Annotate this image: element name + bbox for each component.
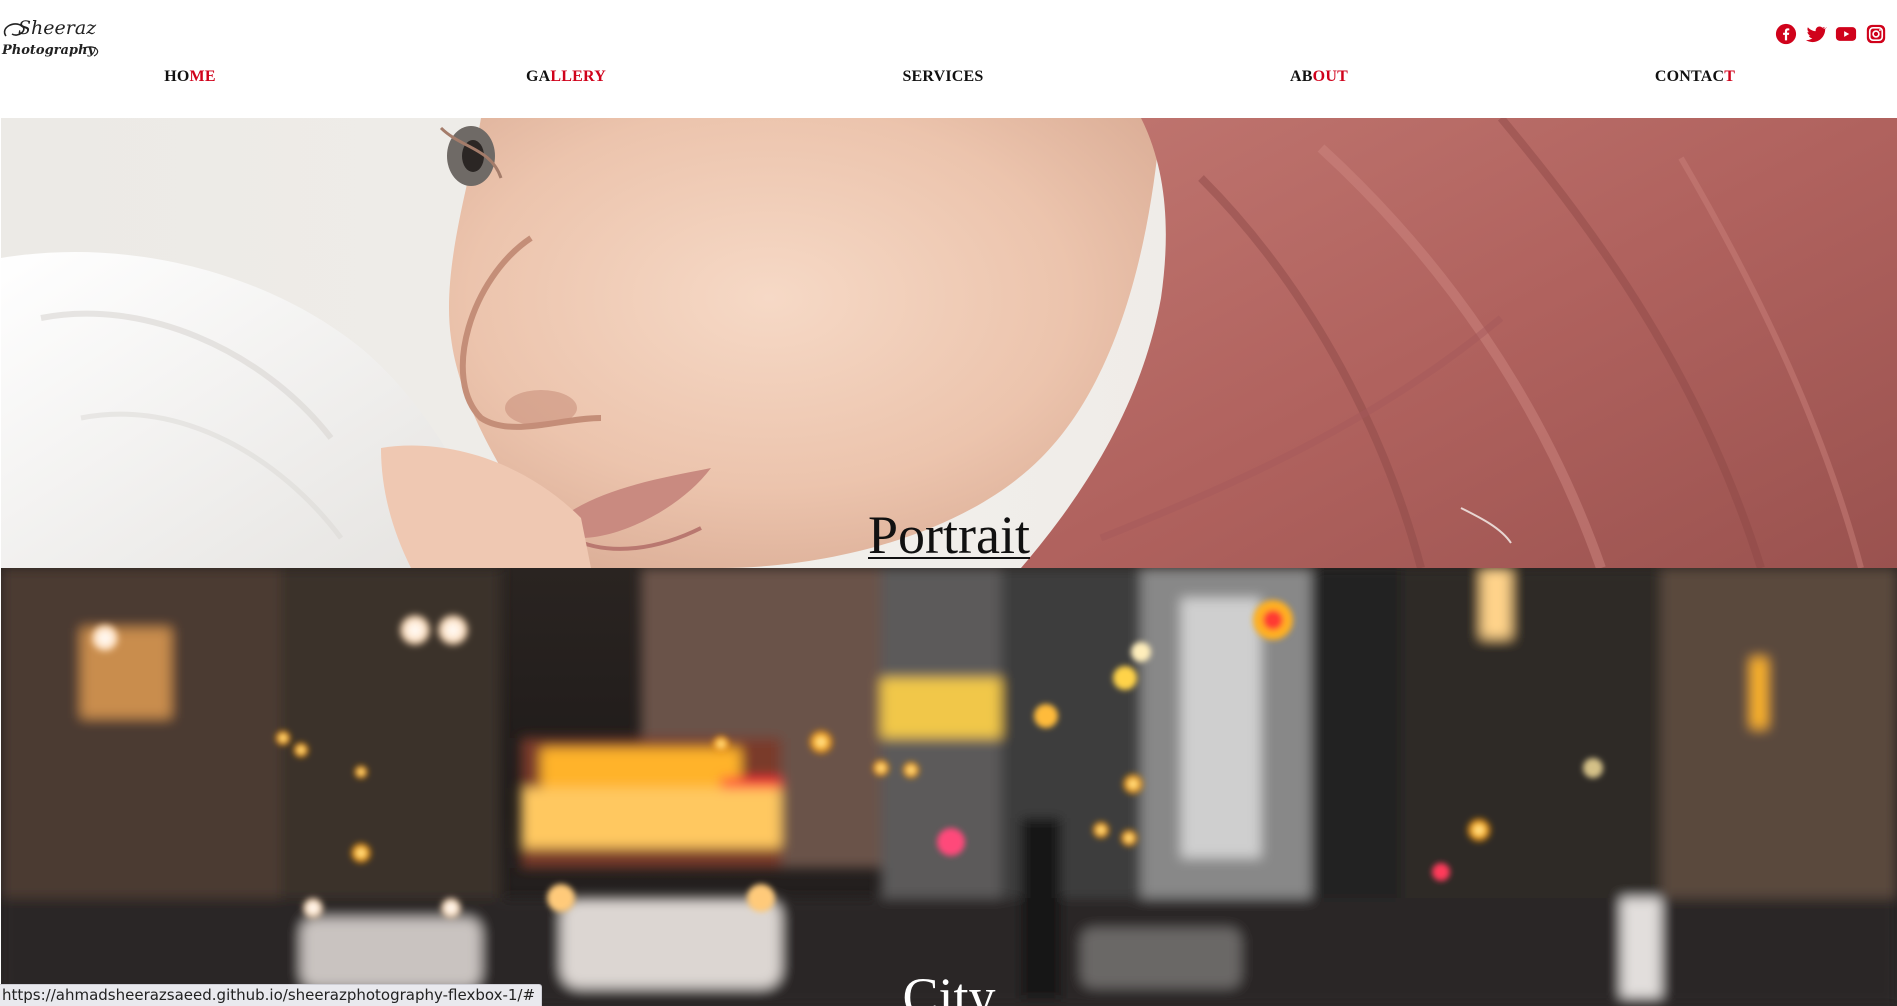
nav-item-gallery[interactable]: GALLERY: [526, 68, 606, 86]
nav-item-home[interactable]: HOME: [164, 68, 215, 86]
youtube-icon[interactable]: [1835, 23, 1857, 45]
twitter-icon[interactable]: [1805, 23, 1827, 45]
site-header: Sheeraz Photography HOME GALLERY SERVICE…: [0, 0, 1897, 118]
nav-label-part: GA: [526, 68, 551, 85]
nav-label-part: HO: [164, 68, 190, 85]
nav-label-accent: T: [1724, 68, 1736, 85]
brand-logo[interactable]: Sheeraz Photography: [0, 8, 110, 62]
logo-text-line1: Sheeraz: [18, 17, 97, 39]
nav-label-accent: LLERY: [550, 68, 606, 85]
section-title-city[interactable]: City: [902, 966, 995, 1006]
facebook-icon[interactable]: [1775, 23, 1797, 45]
instagram-icon[interactable]: [1865, 23, 1887, 45]
nav-label-part: SERVICES: [902, 68, 984, 85]
nav-label-accent: OUT: [1312, 68, 1348, 85]
browser-status-url: https://ahmadsheerazsaeed.github.io/shee…: [0, 984, 543, 1006]
nav-label-part: AB: [1290, 68, 1313, 85]
nav-item-about[interactable]: ABOUT: [1290, 68, 1348, 86]
nav-item-contact[interactable]: CONTACT: [1655, 68, 1735, 86]
city-photo: [1, 568, 1897, 1006]
gallery-section-portrait[interactable]: Portrait: [1, 118, 1897, 568]
nav-item-services[interactable]: SERVICES: [902, 68, 983, 86]
gallery-section-city[interactable]: City: [1, 568, 1897, 1006]
main-nav: HOME GALLERY SERVICES ABOUT CONTACT: [0, 68, 1897, 90]
section-title-portrait[interactable]: Portrait: [868, 504, 1030, 566]
logo-text-line2: Photography: [1, 43, 96, 58]
nav-label-part: CONTAC: [1654, 68, 1725, 85]
nav-label-accent: ME: [189, 68, 216, 85]
social-links: [1775, 23, 1887, 45]
portrait-photo: [1, 118, 1897, 568]
